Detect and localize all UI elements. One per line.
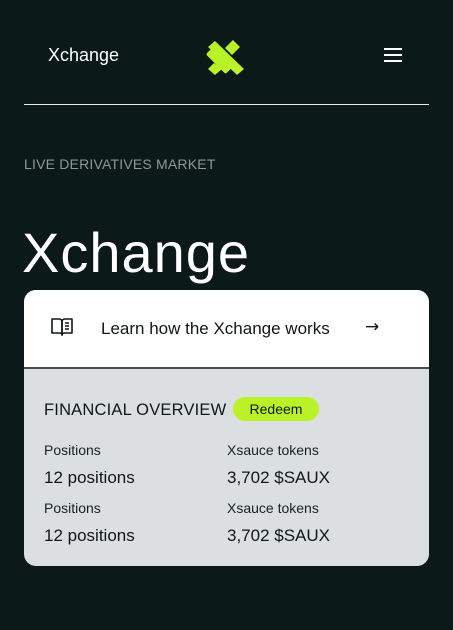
learn-how-label: Learn how the Xchange works bbox=[101, 319, 330, 338]
brand-name[interactable]: Xchange bbox=[48, 45, 119, 66]
arrow-right-icon: → bbox=[365, 317, 380, 337]
stat-value-positions: 12 positions bbox=[44, 526, 135, 545]
overview-card: Learn how the Xchange works → FINANCIAL … bbox=[24, 290, 429, 566]
learn-how-link[interactable]: Learn how the Xchange works → bbox=[24, 290, 429, 369]
header-divider bbox=[24, 104, 429, 105]
book-icon bbox=[51, 318, 73, 336]
stat-value-xsauce-tokens: 3,702 $SAUX bbox=[227, 526, 331, 545]
header: Xchange bbox=[0, 0, 453, 105]
stat-value-positions: 12 positions bbox=[44, 468, 135, 487]
financial-overview-heading: FINANCIAL OVERVIEW bbox=[44, 401, 227, 419]
stat-label-positions: Positions bbox=[44, 500, 101, 516]
redeem-button[interactable]: Redeem bbox=[233, 397, 319, 421]
page-title: Xchange bbox=[22, 220, 251, 284]
eyebrow-label: LIVE DERIVATIVES MARKET bbox=[24, 156, 216, 172]
stat-label-xsauce-tokens: Xsauce tokens bbox=[227, 442, 319, 458]
x-logo-icon[interactable] bbox=[205, 38, 247, 76]
stat-label-positions: Positions bbox=[44, 442, 101, 458]
stat-value-xsauce-tokens: 3,702 $SAUX bbox=[227, 468, 331, 487]
stat-label-xsauce-tokens: Xsauce tokens bbox=[227, 500, 319, 516]
hamburger-menu-icon[interactable] bbox=[380, 44, 406, 66]
